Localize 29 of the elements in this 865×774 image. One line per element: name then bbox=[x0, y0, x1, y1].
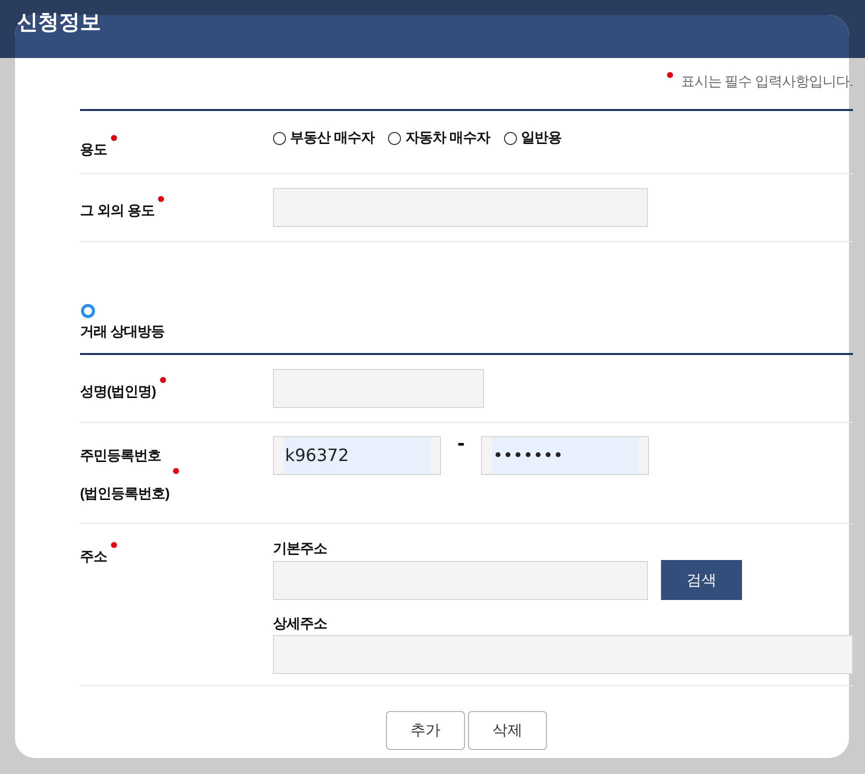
radio-button[interactable] bbox=[388, 132, 402, 144]
action-button[interactable]: 삭제 bbox=[468, 711, 547, 750]
required-dot-icon bbox=[666, 72, 673, 78]
radio-button[interactable] bbox=[273, 132, 286, 144]
field-label: 성명(법인명) bbox=[80, 382, 156, 398]
input-field[interactable] bbox=[273, 188, 648, 227]
field-label: 기본주소 bbox=[273, 540, 328, 556]
field-label: 주소 bbox=[80, 548, 107, 564]
field-label: 용도 bbox=[80, 141, 107, 157]
input-field[interactable] bbox=[273, 369, 484, 408]
separator-dash: - bbox=[456, 436, 466, 450]
field-label: 그 외의 용도 bbox=[80, 202, 154, 218]
input-field[interactable] bbox=[273, 635, 853, 674]
radio-button[interactable] bbox=[504, 132, 517, 144]
input-field[interactable] bbox=[273, 560, 648, 600]
input-field[interactable]: ••••••• bbox=[481, 436, 649, 475]
dialog-title: 신청정보 bbox=[17, 10, 101, 36]
radio-label[interactable]: 자동차 매수자 bbox=[405, 129, 490, 147]
input-field[interactable]: k96372 bbox=[273, 436, 441, 475]
section-marker-icon bbox=[81, 304, 95, 318]
search-button[interactable]: 검색 bbox=[661, 560, 742, 600]
action-button[interactable]: 추가 bbox=[386, 711, 465, 750]
field-label: (법인등록번호) bbox=[80, 485, 170, 501]
required-note: 표시는 필수 입력사항입니다. bbox=[680, 73, 853, 91]
field-label: 주민등록번호 bbox=[80, 447, 161, 463]
radio-label[interactable]: 일반용 bbox=[520, 129, 562, 147]
field-label: 상세주소 bbox=[273, 615, 328, 631]
section-heading: 거래 상대방등 bbox=[80, 323, 164, 339]
radio-label[interactable]: 부동산 매수자 bbox=[290, 129, 374, 147]
